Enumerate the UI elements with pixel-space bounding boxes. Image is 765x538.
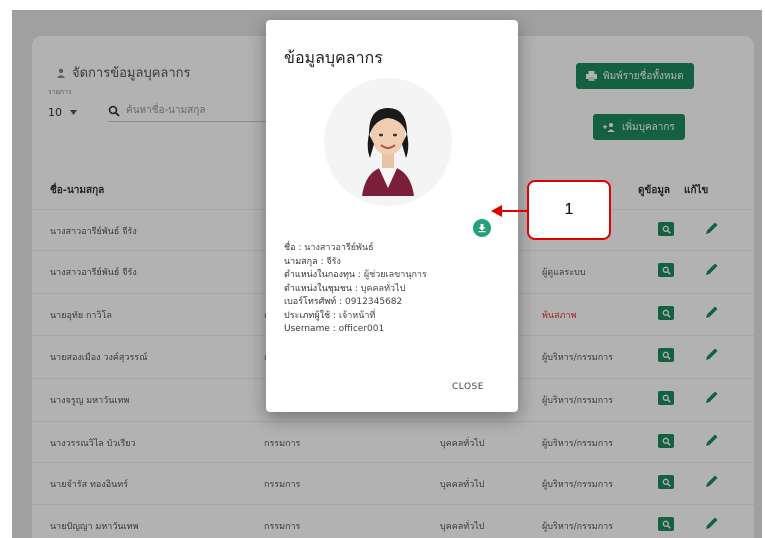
info-value: นางสาวอารีย์พันธ์ <box>304 243 374 253</box>
staff-photo <box>324 78 452 206</box>
info-line: นามสกุล : จีรัง <box>284 256 504 270</box>
info-separator: : <box>352 283 361 294</box>
download-icon <box>478 224 486 233</box>
info-separator: : <box>336 297 345 307</box>
staff-avatar <box>324 78 452 206</box>
info-label: Username <box>284 324 330 334</box>
info-line: Username : officer001 <box>284 323 504 337</box>
callout-number-box: 1 <box>527 180 611 240</box>
screenshot-stage: จัดการข้อมูลบุคลากร พิมพ์รายชื่อทั้งหมด … <box>0 0 765 538</box>
callout-number: 1 <box>564 201 574 218</box>
callout-line <box>501 210 527 212</box>
info-label: ชื่อ <box>284 243 296 253</box>
info-line: ชื่อ : นางสาวอารีย์พันธ์ <box>284 242 504 256</box>
staff-info-dialog: ข้อมูลบุคลากร ชื่อ: นางสาวอารีย์พันธ์ น… <box>266 20 518 412</box>
info-value: บุคคลทั่วไป <box>360 283 406 294</box>
info-line: ตำแหน่งในกองทุน : ผู้ช่วยเลขานุการ <box>284 269 504 283</box>
staff-info-list: ชื่อ : นางสาวอารีย์พันธ์ นามสกุล : จีรังต… <box>284 242 504 337</box>
info-label: ประเภทผู้ใช้ <box>284 310 331 321</box>
info-label: นามสกุล <box>284 256 318 267</box>
info-separator: : <box>330 310 339 321</box>
app-screen: จัดการข้อมูลบุคลากร พิมพ์รายชื่อทั้งหมด … <box>12 10 762 538</box>
info-value: เจ้าหน้าที่ <box>338 310 376 321</box>
info-label: ตำแหน่งในชุมชน <box>284 283 353 294</box>
dialog-title: ข้อมูลบุคลากร <box>284 48 383 67</box>
info-label: ตำแหน่งในกองทุน <box>284 270 356 280</box>
info-label: เบอร์โทรศัพท์ <box>284 297 337 307</box>
download-button[interactable] <box>473 219 491 237</box>
info-separator: : <box>295 243 305 253</box>
info-line: เบอร์โทรศัพท์ : 0912345682 <box>284 296 504 310</box>
info-separator: : <box>329 324 339 334</box>
callout-arrow <box>491 205 502 217</box>
info-value: officer001 <box>338 324 385 334</box>
info-line: ตำแหน่งในชุมชน : บุคคลทั่วไป <box>284 283 504 297</box>
info-value: จีรัง <box>326 256 341 267</box>
close-button[interactable]: CLOSE <box>452 382 484 392</box>
info-value: ผู้ช่วยเลขานุการ <box>363 270 427 280</box>
info-value: 0912345682 <box>344 297 403 307</box>
info-separator: : <box>355 270 364 280</box>
info-line: ประเภทผู้ใช้ : เจ้าหน้าที่ <box>284 310 504 324</box>
